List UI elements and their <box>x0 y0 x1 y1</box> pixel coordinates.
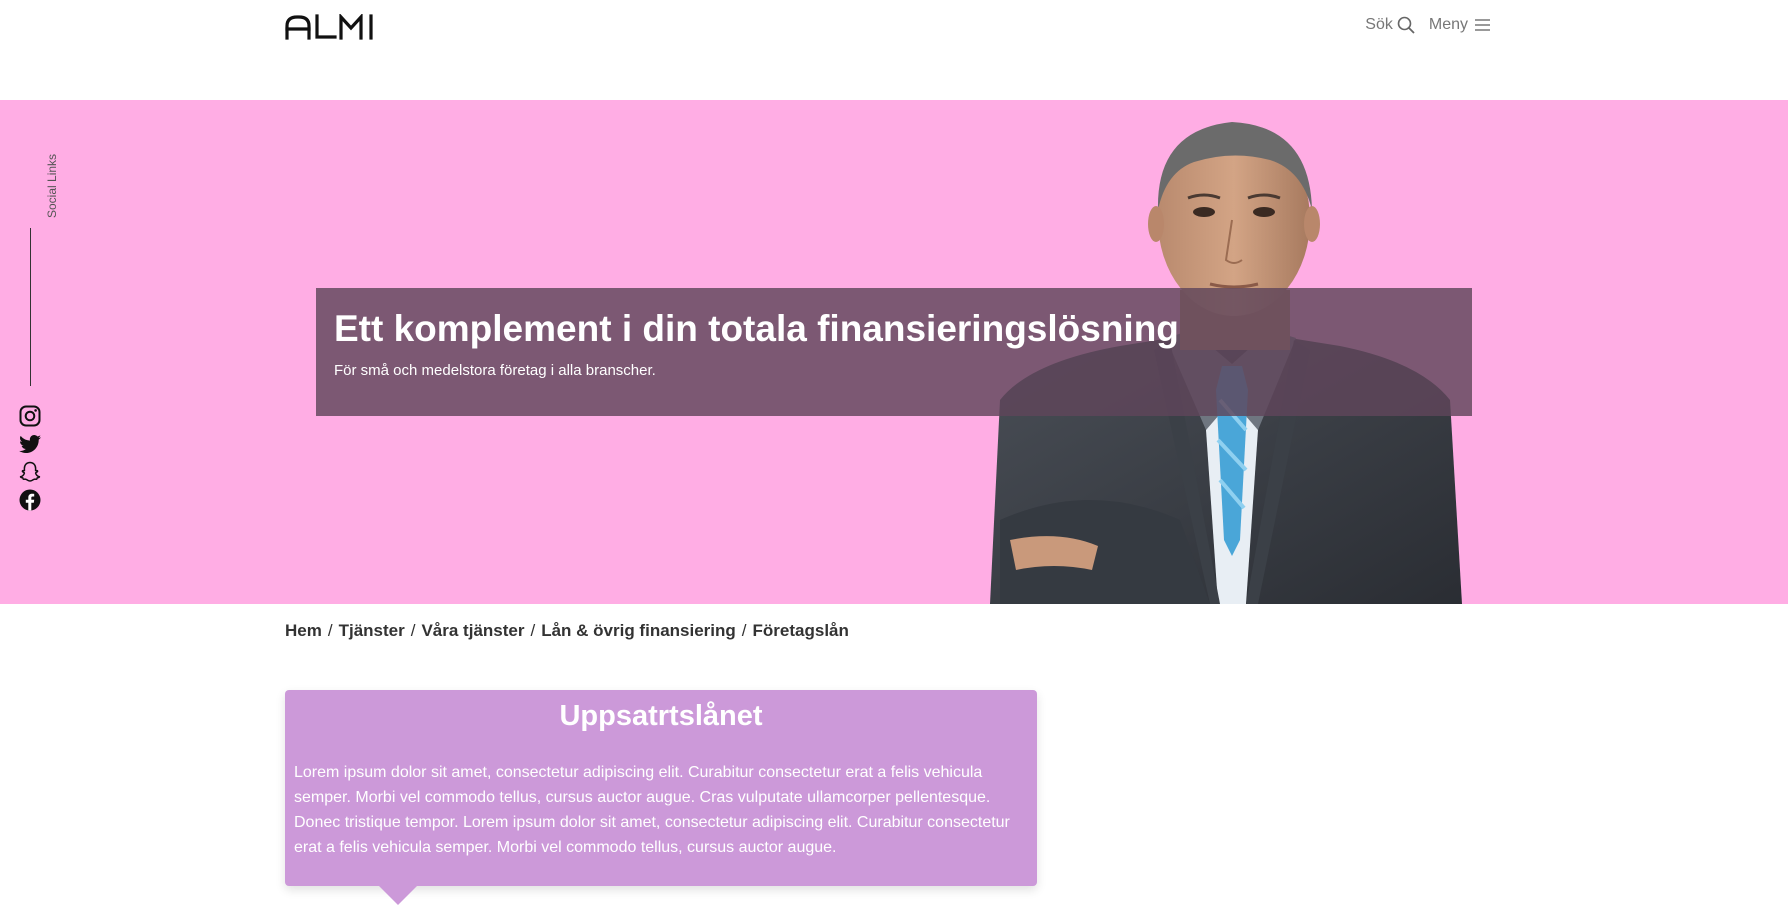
almi-logo-mark <box>285 12 373 40</box>
card-title: Uppsatrtslånet <box>559 700 763 732</box>
search-label: Sök <box>1365 16 1393 33</box>
header-actions: Sök Meny <box>1365 16 1492 34</box>
breadcrumb: Hem / Tjänster / Våra tjänster / Lån & övrig f… <box>285 621 849 641</box>
almi-logo[interactable] <box>285 12 381 45</box>
menu-button[interactable]: Meny <box>1429 16 1492 34</box>
breadcrumb-separator: / <box>530 621 536 640</box>
search-icon <box>1397 16 1415 34</box>
twitter-icon[interactable] <box>18 432 42 456</box>
social-divider-line <box>30 228 31 386</box>
social-links-sidebar: Social Links <box>14 150 59 520</box>
social-links-label: Social Links <box>45 153 59 218</box>
info-card: Uppsatrtslånet Lorem ipsum dolor sit ame… <box>285 690 1037 905</box>
breadcrumb-item-tjanster[interactable]: Tjänster <box>339 621 405 640</box>
breadcrumb-item-vara-tjanster[interactable]: Våra tjänster <box>421 621 524 640</box>
hero-title: Ett komplement i din totala finansiering… <box>334 308 1179 349</box>
social-icons-list <box>18 404 42 512</box>
snapchat-icon[interactable] <box>18 460 42 484</box>
search-button[interactable]: Sök <box>1365 16 1415 34</box>
menu-label: Meny <box>1428 16 1468 33</box>
site-header: Sök Meny <box>0 0 1788 100</box>
breadcrumb-item-lan-ovrig-finansiering[interactable]: Lån & övrig finansiering <box>541 621 736 640</box>
card-body-text: Lorem ipsum dolor sit amet, consectetur … <box>294 764 1010 856</box>
breadcrumb-item-hem[interactable]: Hem <box>285 621 322 640</box>
hero-subtitle: För små och medelstora företag i alla br… <box>334 362 656 379</box>
breadcrumb-item-foretagslan[interactable]: Företagslån <box>753 621 849 640</box>
hero-text-panel: Ett komplement i din totala finansiering… <box>316 288 1472 416</box>
facebook-icon[interactable] <box>18 488 42 512</box>
breadcrumb-separator: / <box>410 621 416 640</box>
breadcrumb-separator: / <box>327 621 333 640</box>
breadcrumb-separator: / <box>741 621 747 640</box>
hero-banner: Ett komplement i din totala finansiering… <box>0 100 1788 604</box>
instagram-icon[interactable] <box>18 404 42 428</box>
hamburger-icon <box>1475 19 1490 31</box>
card-pointer-arrow <box>379 886 417 905</box>
